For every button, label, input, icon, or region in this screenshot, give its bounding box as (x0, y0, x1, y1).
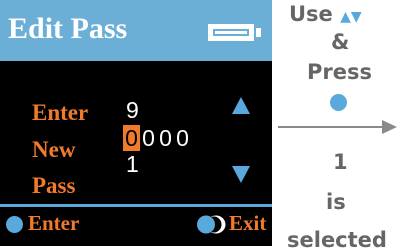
device-screen: Edit Pass Enter New Pass 9 0 0 0 0 1 Ent… (0, 0, 272, 246)
annotation-use: Use ▲▼ (289, 2, 362, 26)
current-value: 9 (126, 97, 139, 123)
right-arrow-icon (278, 120, 397, 134)
press-dot-icon (330, 94, 347, 111)
annotation-number: 1 (333, 150, 348, 174)
digit-1-selected[interactable]: 0 (123, 125, 140, 151)
up-down-arrows-icon: ▲▼ (340, 9, 362, 25)
up-arrow-icon[interactable] (232, 97, 250, 114)
digit-3[interactable]: 0 (157, 125, 174, 151)
enter-dot-icon[interactable] (6, 216, 23, 233)
footer-divider (0, 204, 272, 207)
annotation-press: Press (307, 60, 372, 84)
new-password-digits[interactable]: 0 0 0 0 (123, 125, 191, 151)
screen-title: Edit Pass (8, 12, 128, 45)
annotation-use-text: Use (289, 2, 333, 26)
annotation-selected: selected (287, 228, 387, 252)
pending-value: 1 (126, 151, 139, 177)
down-arrow-icon[interactable] (232, 166, 250, 183)
enter-button-label[interactable]: Enter (28, 211, 79, 236)
battery-tip (256, 28, 261, 37)
annotation-ampersand: & (331, 30, 350, 54)
exit-button-label[interactable]: Exit (229, 211, 266, 236)
label-new: New (32, 137, 76, 162)
digit-2[interactable]: 0 (140, 125, 157, 151)
annotation-is: is (326, 190, 346, 214)
label-pass: Pass (32, 173, 76, 198)
battery-icon (208, 24, 254, 41)
exit-toggle-icon[interactable] (196, 215, 226, 234)
digit-4[interactable]: 0 (174, 125, 191, 151)
label-enter: Enter (32, 100, 89, 125)
